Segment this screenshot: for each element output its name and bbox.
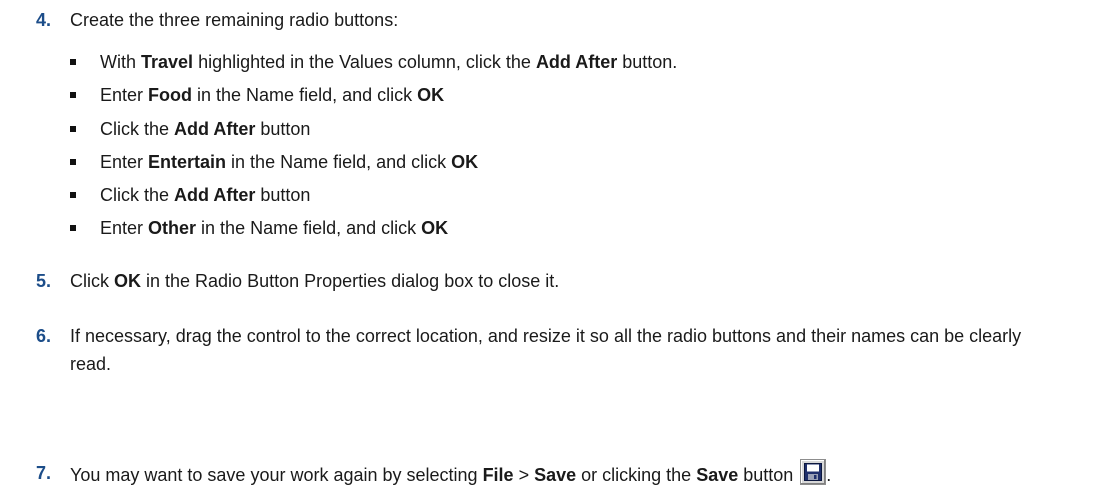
bullet-text: button. [617, 52, 678, 72]
bullet-icon [70, 158, 76, 165]
step-text: Click OK in the Radio Button Properties … [70, 271, 560, 291]
bullet-icon [70, 225, 76, 232]
step-text: You may want to save your work again by … [70, 459, 1073, 489]
bold-term: Entertain [148, 151, 227, 172]
bullet-text: in the Name field, and click [226, 151, 452, 172]
bullet-text: button [255, 118, 311, 139]
step-4: 4. Create the three remaining radio butt… [36, 6, 1073, 34]
bold-term: OK [421, 218, 449, 239]
bullet-item: Click the Add After button [70, 181, 677, 214]
bullet-item: Click the Add After button [70, 115, 677, 148]
bullet-text: Enter [100, 218, 149, 239]
bullet-item: Enter Entertain in the Name field, and c… [70, 148, 677, 181]
bullet-icon [70, 59, 76, 65]
bullet-text: in the Name field, and click [196, 218, 422, 239]
bullet-text: Click the [100, 185, 175, 206]
bullet-text: Enter [100, 85, 149, 106]
step-text: If necessary, drag the control to the co… [70, 326, 1022, 374]
bold-term: Add After [535, 52, 618, 72]
bullet-icon [70, 192, 76, 199]
bold-term: OK [417, 85, 445, 106]
step-5: 5. Click OK in the Radio Button Properti… [36, 267, 1073, 295]
bullet-text: With [100, 52, 142, 72]
bold-term: Other [148, 218, 197, 239]
step-number: 6. [36, 326, 52, 346]
bullet-icon [70, 125, 76, 132]
step-7: 7. You may want to save your work again … [36, 459, 1073, 489]
bullet-text: highlighted in the Values column, click … [193, 52, 536, 72]
bullet-text: in the Name field, and click [192, 85, 418, 106]
step-number: 5. [36, 271, 52, 291]
step-text: Create the three remaining radio buttons… [70, 10, 399, 30]
bullet-text: button [255, 185, 311, 206]
step-number: 7. [36, 463, 52, 483]
bullet-item: With Travel highlighted in the Values co… [70, 48, 677, 81]
bullet-item: Enter Other in the Name field, and click… [70, 214, 677, 247]
step-number: 4. [36, 10, 52, 30]
bullet-text: Enter [100, 151, 149, 172]
save-icon [800, 459, 827, 485]
bold-term: Add After [174, 118, 256, 139]
bullet-icon [70, 92, 76, 99]
bold-term: Food [148, 85, 193, 106]
bullet-list: With Travel highlighted in the Values co… [70, 48, 677, 248]
bold-term: Travel [141, 52, 194, 72]
bold-term: Add After [174, 185, 256, 206]
bullet-item: Enter Food in the Name field, and click … [70, 81, 677, 114]
bold-term: OK [451, 151, 479, 172]
step-6: 6. If necessary, drag the control to the… [36, 322, 1053, 378]
bullet-text: Click the [100, 118, 175, 139]
